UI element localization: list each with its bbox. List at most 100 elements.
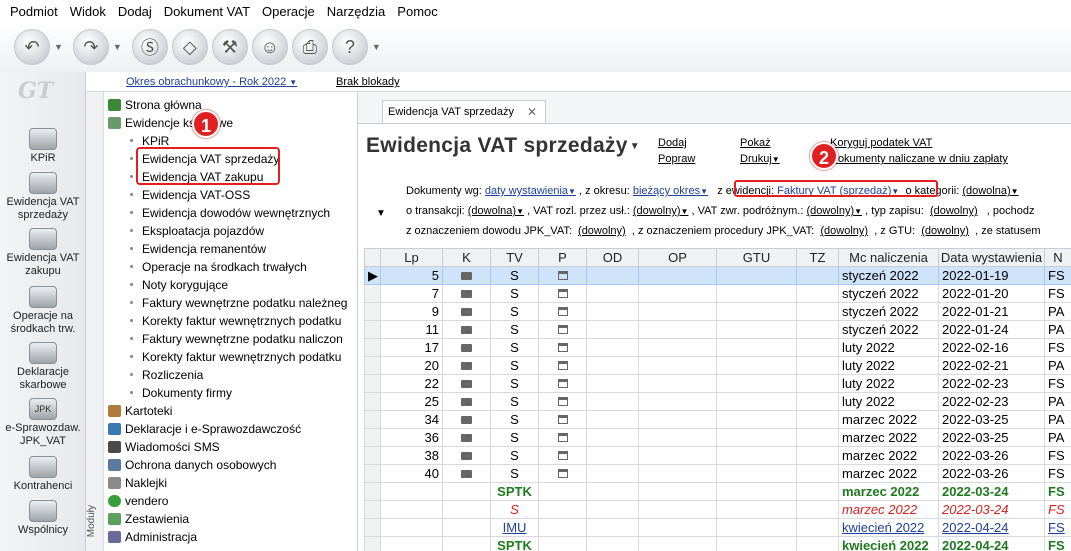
cell-gtu[interactable] — [716, 482, 797, 501]
cell-gtu[interactable] — [716, 428, 797, 447]
cell-tv[interactable]: S — [490, 302, 539, 321]
cell-data[interactable]: 2022-01-21 — [938, 302, 1045, 321]
menu-narzedzia[interactable]: Narzędzia — [321, 4, 392, 19]
row-indicator[interactable] — [364, 302, 381, 321]
cell-tv[interactable]: S — [490, 392, 539, 411]
cell-lp[interactable]: 22 — [380, 374, 443, 393]
cell-n[interactable]: FS — [1044, 518, 1071, 537]
cell-od[interactable] — [586, 428, 639, 447]
cell-tv[interactable]: S — [490, 446, 539, 465]
cell-k[interactable] — [442, 284, 491, 303]
cell-k[interactable] — [442, 500, 491, 519]
cell-tv[interactable]: S — [490, 464, 539, 483]
cell-op[interactable] — [638, 392, 717, 411]
tree-settlements[interactable]: Rozliczenia — [130, 366, 203, 384]
table-row[interactable]: ▶ 5 Sstyczeń 2022 2022-01-19 FS — [364, 266, 1071, 285]
cell-n[interactable]: FS — [1044, 284, 1071, 303]
cell-op[interactable] — [638, 536, 717, 551]
cell-n[interactable]: FS — [1044, 374, 1071, 393]
row-indicator[interactable] — [364, 392, 381, 411]
cell-tv[interactable]: S — [490, 428, 539, 447]
cell-tv[interactable]: S — [490, 284, 539, 303]
tree-declarations[interactable]: Deklaracje i e-Sprawozdawczość — [108, 420, 301, 438]
cell-data[interactable]: 2022-02-21 — [938, 356, 1045, 375]
people-icon[interactable]: ☺ — [251, 29, 288, 65]
cell-p[interactable] — [538, 374, 587, 393]
cell-data[interactable]: 2022-03-24 — [938, 500, 1045, 519]
nav-vat-sales[interactable]: Ewidencja VAT sprzedaży — [0, 172, 86, 222]
cell-p[interactable] — [538, 338, 587, 357]
tree-records[interactable]: Kartoteki — [108, 402, 172, 420]
cell-p[interactable] — [538, 266, 587, 285]
cell-mc[interactable]: luty 2022 — [838, 374, 939, 393]
cell-n[interactable]: PA — [1044, 302, 1071, 321]
tree-internal-corrections-due[interactable]: Korekty faktur wewnętrznych podatku — [130, 312, 341, 330]
cell-tz[interactable] — [796, 320, 839, 339]
cell-tv[interactable]: IMU — [490, 518, 539, 537]
cell-mc[interactable]: luty 2022 — [838, 392, 939, 411]
filter-jpk-doc[interactable]: (dowolny) — [578, 225, 626, 237]
table-row[interactable]: 9 Sstyczeń 2022 2022-01-21 PA — [364, 302, 1071, 321]
cell-gtu[interactable] — [716, 356, 797, 375]
cell-tv[interactable]: S — [490, 374, 539, 393]
cell-mc[interactable]: styczeń 2022 — [838, 302, 939, 321]
cell-op[interactable] — [638, 428, 717, 447]
cell-lp[interactable]: 38 — [380, 446, 443, 465]
show-button[interactable]: Pokaż — [740, 137, 771, 149]
back-dropdown-icon[interactable]: ▼ — [54, 42, 63, 52]
cell-data[interactable]: 2022-01-20 — [938, 284, 1045, 303]
cell-mc[interactable]: marzec 2022 — [838, 410, 939, 429]
cell-op[interactable] — [638, 320, 717, 339]
cell-lp[interactable]: 7 — [380, 284, 443, 303]
cell-lp[interactable] — [380, 536, 443, 551]
cell-k[interactable] — [442, 428, 491, 447]
cell-lp[interactable]: 40 — [380, 464, 443, 483]
cell-od[interactable] — [586, 356, 639, 375]
row-indicator[interactable] — [364, 536, 381, 551]
row-indicator[interactable] — [364, 284, 381, 303]
menu-widok[interactable]: Widok — [64, 4, 112, 19]
cell-lp[interactable]: 11 — [380, 320, 443, 339]
cell-op[interactable] — [638, 374, 717, 393]
cell-k[interactable] — [442, 518, 491, 537]
cell-p[interactable] — [538, 464, 587, 483]
cell-n[interactable]: FS — [1044, 266, 1071, 285]
cell-data[interactable]: 2022-02-23 — [938, 374, 1045, 393]
cell-data[interactable]: 2022-03-25 — [938, 410, 1045, 429]
table-row[interactable]: 40 Smarzec 2022 2022-03-26 FS — [364, 464, 1071, 483]
nav-tax-declarations[interactable]: Deklaracje skarbowe — [0, 342, 86, 392]
cell-tz[interactable] — [796, 284, 839, 303]
cell-p[interactable] — [538, 428, 587, 447]
col-op[interactable]: OP — [638, 248, 717, 267]
help-dropdown-icon[interactable]: ▼ — [372, 42, 381, 52]
cell-n[interactable]: PA — [1044, 428, 1071, 447]
col-gtu[interactable]: GTU — [716, 248, 797, 267]
cell-k[interactable] — [442, 536, 491, 551]
table-row[interactable]: 17 Sluty 2022 2022-02-16 FS — [364, 338, 1071, 357]
forward-dropdown-icon[interactable]: ▼ — [113, 42, 122, 52]
cell-p[interactable] — [538, 410, 587, 429]
cell-od[interactable] — [586, 392, 639, 411]
filter-vat-service[interactable]: (dowolny)▼ — [633, 205, 689, 217]
row-indicator[interactable]: ▶ — [364, 266, 381, 285]
table-row[interactable]: 11 Sstyczeń 2022 2022-01-24 PA — [364, 320, 1071, 339]
cell-lp[interactable] — [380, 500, 443, 519]
cell-data[interactable]: 2022-03-26 — [938, 464, 1045, 483]
cell-k[interactable] — [442, 356, 491, 375]
table-row[interactable]: 34 Smarzec 2022 2022-03-25 PA — [364, 410, 1071, 429]
cell-p[interactable] — [538, 518, 587, 537]
cell-data[interactable]: 2022-02-23 — [938, 392, 1045, 411]
nav-vat-purchase[interactable]: Ewidencja VAT zakupu — [0, 228, 86, 278]
cell-od[interactable] — [586, 410, 639, 429]
table-row[interactable]: 36 Smarzec 2022 2022-03-25 PA — [364, 428, 1071, 447]
lock-status-link[interactable]: Brak blokady — [336, 76, 400, 88]
filter-transaction[interactable]: (dowolna)▼ — [468, 205, 524, 217]
cell-mc[interactable]: luty 2022 — [838, 356, 939, 375]
cell-p[interactable] — [538, 392, 587, 411]
cell-tz[interactable] — [796, 482, 839, 501]
cell-gtu[interactable] — [716, 536, 797, 551]
cell-n[interactable]: FS — [1044, 482, 1071, 501]
col-tz[interactable]: TZ — [796, 248, 839, 267]
cell-tz[interactable] — [796, 446, 839, 465]
tree-internal-corrections-input[interactable]: Korekty faktur wewnętrznych podatku — [130, 348, 341, 366]
